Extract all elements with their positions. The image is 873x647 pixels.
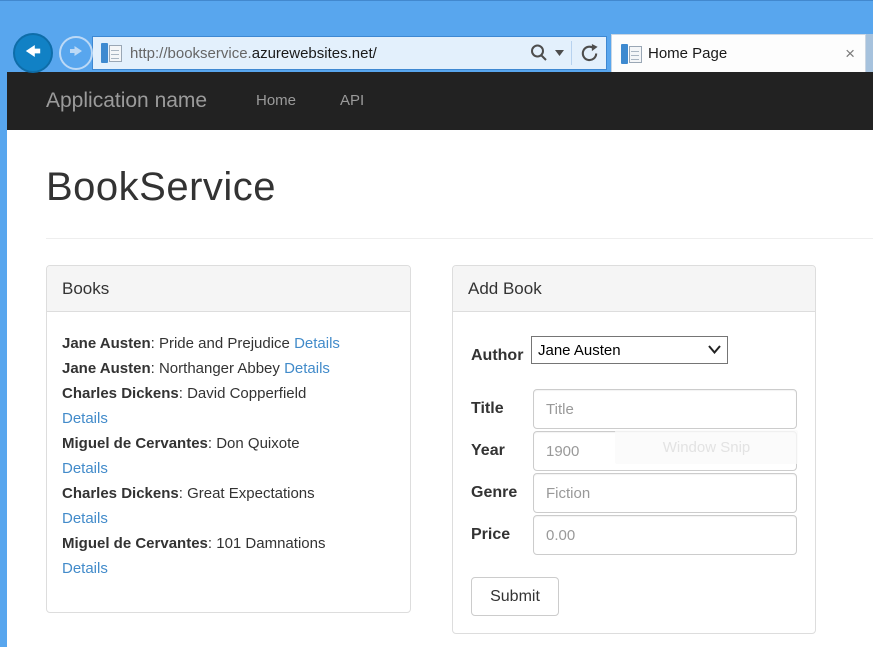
details-link[interactable]: Details bbox=[62, 410, 108, 427]
author-select[interactable]: Jane Austen bbox=[531, 336, 728, 364]
book-author: Jane Austen bbox=[62, 335, 151, 352]
url-domain: azurewebsites.net/ bbox=[252, 45, 377, 62]
back-button[interactable] bbox=[13, 33, 53, 73]
page-title: BookService bbox=[46, 165, 276, 210]
book-author: Charles Dickens bbox=[62, 385, 179, 402]
nav-item-api[interactable]: API bbox=[340, 72, 364, 130]
url-prefix: http://bookservice. bbox=[130, 45, 252, 62]
book-author: Miguel de Cervantes bbox=[62, 435, 208, 452]
book-entry: Charles Dickens: Great Expectations Deta… bbox=[62, 481, 395, 531]
title-label: Title bbox=[471, 400, 504, 418]
tab-close-button[interactable]: × bbox=[845, 45, 855, 62]
details-link[interactable]: Details bbox=[284, 360, 330, 377]
price-label: Price bbox=[471, 526, 510, 544]
author-label: Author bbox=[471, 347, 523, 365]
genre-field[interactable] bbox=[533, 473, 797, 513]
year-field[interactable] bbox=[533, 431, 797, 471]
genre-label: Genre bbox=[471, 484, 517, 502]
book-author: Miguel de Cervantes bbox=[62, 535, 208, 552]
browser-window: http://bookservice.azurewebsites.net/ Ho… bbox=[0, 0, 873, 647]
book-entry: Jane Austen: Northanger Abbey Details bbox=[62, 356, 395, 381]
tab-title: Home Page bbox=[648, 45, 845, 62]
details-link[interactable]: Details bbox=[62, 510, 108, 527]
details-link[interactable]: Details bbox=[62, 460, 108, 477]
add-book-panel-title: Add Book bbox=[453, 266, 815, 312]
submit-button[interactable]: Submit bbox=[471, 577, 559, 616]
title-field[interactable] bbox=[533, 389, 797, 429]
navbar: Application name Home API bbox=[7, 72, 873, 130]
book-entry: Jane Austen: Pride and Prejudice Details bbox=[62, 331, 395, 356]
chevron-down-icon bbox=[708, 345, 721, 354]
year-label: Year bbox=[471, 442, 505, 460]
toolbar-divider bbox=[571, 41, 572, 65]
forward-button[interactable] bbox=[59, 36, 93, 70]
search-dropdown-caret-icon[interactable] bbox=[555, 50, 564, 56]
book-entry: Miguel de Cervantes: Don Quixote Details bbox=[62, 431, 395, 481]
books-list: Jane Austen: Pride and Prejudice Details… bbox=[47, 312, 410, 581]
price-field[interactable] bbox=[533, 515, 797, 555]
refresh-icon[interactable] bbox=[579, 43, 600, 64]
author-selected-value: Jane Austen bbox=[538, 342, 621, 359]
details-link[interactable]: Details bbox=[294, 335, 340, 352]
url-text: http://bookservice.azurewebsites.net/ bbox=[130, 45, 377, 62]
divider bbox=[46, 238, 873, 239]
new-tab-strip[interactable] bbox=[866, 34, 873, 72]
address-bar[interactable]: http://bookservice.azurewebsites.net/ bbox=[92, 36, 607, 70]
nav-item-home[interactable]: Home bbox=[256, 72, 296, 130]
tab-favicon-icon bbox=[621, 43, 641, 65]
page-icon bbox=[101, 42, 123, 64]
book-author: Jane Austen bbox=[62, 360, 151, 377]
forward-arrow-icon bbox=[66, 41, 86, 66]
add-book-panel: Add Book Author Jane Austen Title Year G… bbox=[452, 265, 816, 634]
navbar-brand[interactable]: Application name bbox=[46, 72, 207, 130]
book-author: Charles Dickens bbox=[62, 485, 179, 502]
book-entry: Charles Dickens: David Copperfield Detai… bbox=[62, 381, 395, 431]
add-book-form: Author Jane Austen Title Year Genre Pric… bbox=[453, 312, 815, 633]
books-panel: Books Jane Austen: Pride and Prejudice D… bbox=[46, 265, 411, 613]
page-content: Application name Home API BookService Bo… bbox=[7, 72, 873, 647]
book-entry: Miguel de Cervantes: 101 Damnations Deta… bbox=[62, 531, 395, 581]
details-link[interactable]: Details bbox=[62, 560, 108, 577]
back-arrow-icon bbox=[21, 39, 45, 68]
browser-tab[interactable]: Home Page × bbox=[611, 34, 866, 72]
books-panel-title: Books bbox=[47, 266, 410, 312]
search-icon[interactable] bbox=[529, 43, 549, 63]
